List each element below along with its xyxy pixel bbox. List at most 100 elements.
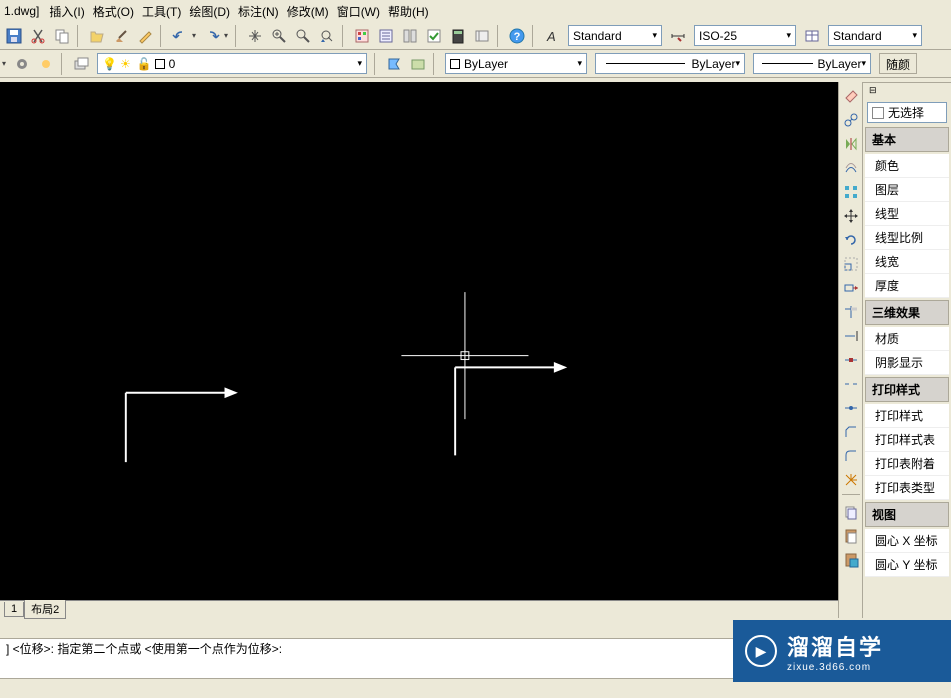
tablestyle-icon[interactable]	[801, 25, 823, 47]
tablestyle-combo[interactable]: Standard▾	[828, 25, 922, 46]
lineweight-combo[interactable]: ByLayer▾	[753, 53, 871, 74]
prop-row-centery[interactable]: 圆心 Y 坐标	[865, 553, 949, 577]
paste-clip-icon[interactable]	[840, 525, 862, 547]
prop-row-thickness[interactable]: 厚度	[865, 274, 949, 298]
copy-icon[interactable]	[51, 25, 73, 47]
watermark-title: 溜溜自学	[787, 630, 883, 662]
prop-row-ltscale[interactable]: 线型比例	[865, 226, 949, 250]
menu-window[interactable]: 窗口(W)	[337, 3, 380, 20]
menu-insert[interactable]: 插入(I)	[49, 3, 84, 20]
pan-icon[interactable]	[244, 25, 266, 47]
prop-row-centerx[interactable]: 圆心 X 坐标	[865, 529, 949, 553]
redo-dropdown[interactable]: ▾	[224, 25, 232, 47]
linetype-combo[interactable]: ByLayer▾	[595, 53, 745, 74]
brush-icon[interactable]	[110, 25, 132, 47]
ws-dropdown[interactable]: ▾	[2, 53, 10, 75]
color-swatch	[450, 59, 460, 69]
section-view[interactable]: 视图	[865, 502, 949, 527]
trim-icon[interactable]	[840, 301, 862, 323]
menu-modify[interactable]: 修改(M)	[287, 3, 329, 20]
menu-format[interactable]: 格式(O)	[93, 3, 134, 20]
redo-icon[interactable]	[201, 25, 223, 47]
cut-icon[interactable]	[27, 25, 49, 47]
menu-draw[interactable]: 绘图(D)	[189, 3, 230, 20]
layer-properties-icon[interactable]	[70, 53, 92, 75]
properties-icon[interactable]	[351, 25, 373, 47]
modify-toolbar	[838, 82, 862, 618]
dimstyle-icon[interactable]	[667, 25, 689, 47]
prop-row-plottable[interactable]: 打印样式表	[865, 428, 949, 452]
layer-name: 0	[169, 57, 176, 71]
layer-states-icon[interactable]	[407, 53, 429, 75]
copy-clip-icon[interactable]	[840, 501, 862, 523]
drawing-area[interactable]	[0, 82, 838, 598]
bycolor-button[interactable]: 随颜	[879, 53, 917, 74]
layout-tabs: 1 布局2	[0, 600, 838, 618]
prop-row-lineweight[interactable]: 线宽	[865, 250, 949, 274]
save-icon[interactable]	[3, 25, 25, 47]
section-3d[interactable]: 三维效果	[865, 300, 949, 325]
layer-combo[interactable]: 💡 ☀ 🔓 0 ▾	[97, 53, 367, 74]
prop-row-plotstyle[interactable]: 打印样式	[865, 404, 949, 428]
prop-row-shadow[interactable]: 阴影显示	[865, 351, 949, 375]
ws-sun-icon[interactable]	[35, 53, 57, 75]
mirror-icon[interactable]	[840, 133, 862, 155]
dc-icon[interactable]	[471, 25, 493, 47]
toolbar-separator	[532, 25, 537, 47]
section-plotstyle[interactable]: 打印样式	[865, 377, 949, 402]
section-general[interactable]: 基本	[865, 127, 949, 152]
fillet-icon[interactable]	[840, 445, 862, 467]
markup-icon[interactable]	[423, 25, 445, 47]
ws-gear-icon[interactable]	[11, 53, 33, 75]
selection-combo[interactable]: 无选择	[867, 102, 947, 123]
pencil-icon[interactable]	[134, 25, 156, 47]
stretch-icon[interactable]	[840, 277, 862, 299]
calculator-icon[interactable]	[447, 25, 469, 47]
extend-icon[interactable]	[840, 325, 862, 347]
menu-tools[interactable]: 工具(T)	[142, 3, 181, 20]
scale-icon[interactable]	[840, 253, 862, 275]
prop-row-layer[interactable]: 图层	[865, 178, 949, 202]
undo-dropdown[interactable]: ▾	[192, 25, 200, 47]
textstyle-icon[interactable]: A	[541, 25, 563, 47]
layer-prev-icon[interactable]	[383, 53, 405, 75]
dimstyle-combo[interactable]: ISO-25▾	[694, 25, 796, 46]
props-collapse[interactable]: ⊟	[863, 82, 951, 98]
prop-row-color[interactable]: 颜色	[865, 154, 949, 178]
zoom-realtime-icon[interactable]	[268, 25, 290, 47]
sheet-set-icon[interactable]	[375, 25, 397, 47]
toolbar-separator	[61, 53, 66, 75]
explode-icon[interactable]	[840, 469, 862, 491]
color-combo[interactable]: ByLayer▾	[445, 53, 587, 74]
zoom-window-icon[interactable]	[292, 25, 314, 47]
prop-row-plottype[interactable]: 打印表类型	[865, 476, 949, 500]
menu-dimension[interactable]: 标注(N)	[238, 3, 279, 20]
watermark-banner: ▶ 溜溜自学 zixue.3d66.com	[733, 620, 951, 682]
paste-block-icon[interactable]	[840, 549, 862, 571]
break-icon[interactable]	[840, 373, 862, 395]
layout-tab-1[interactable]: 1	[4, 602, 24, 617]
offset-icon[interactable]	[840, 157, 862, 179]
zoom-previous-icon[interactable]	[316, 25, 338, 47]
join-icon[interactable]	[840, 397, 862, 419]
prop-row-plotattach[interactable]: 打印表附着	[865, 452, 949, 476]
prop-row-linetype[interactable]: 线型	[865, 202, 949, 226]
prop-row-material[interactable]: 材质	[865, 327, 949, 351]
standard-toolbar: ▾ ▾ ? A Standard▾ ISO-25▾ Standard▾	[0, 22, 951, 50]
break-at-point-icon[interactable]	[840, 349, 862, 371]
move-icon[interactable]	[840, 205, 862, 227]
help-icon[interactable]: ?	[506, 25, 528, 47]
undo-icon[interactable]	[169, 25, 191, 47]
toolbar-separator	[842, 494, 860, 498]
layout-tab-2[interactable]: 布局2	[24, 600, 66, 619]
erase-icon[interactable]	[840, 85, 862, 107]
toolbar-separator	[77, 25, 82, 47]
chamfer-icon[interactable]	[840, 421, 862, 443]
rotate-icon[interactable]	[840, 229, 862, 251]
textstyle-combo[interactable]: Standard▾	[568, 25, 662, 46]
array-icon[interactable]	[840, 181, 862, 203]
toolpalette-icon[interactable]	[399, 25, 421, 47]
menu-help[interactable]: 帮助(H)	[388, 3, 429, 20]
copy-object-icon[interactable]	[840, 109, 862, 131]
open-icon[interactable]	[86, 25, 108, 47]
